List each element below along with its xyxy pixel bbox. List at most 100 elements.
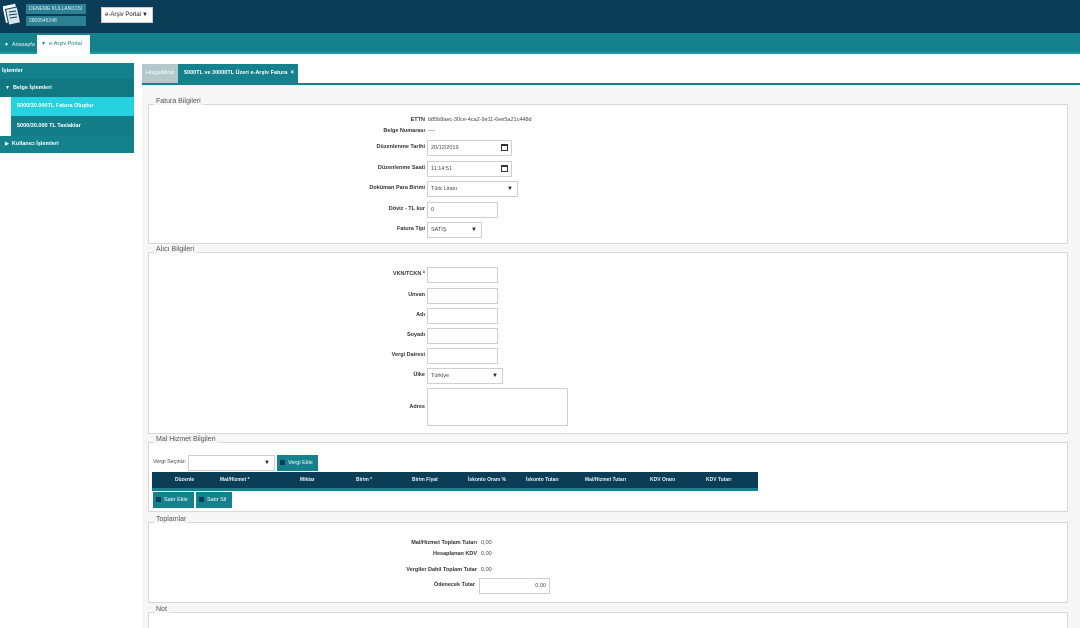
mal-toplam-value: 0,00	[481, 540, 492, 546]
top-header: DENEME KULLANICISI 2800546248 e-Arşiv Po…	[0, 0, 1080, 33]
para-select[interactable]: Türk Lirası ▼	[427, 181, 518, 197]
caret-right-icon: ▶	[5, 141, 9, 147]
saat-label: Düzenlenme Saati	[377, 165, 425, 171]
clock-icon[interactable]	[501, 165, 508, 172]
not-panel: Not	[148, 606, 1068, 628]
fatura-legend: Fatura Bilgileri	[154, 98, 203, 105]
unvan-label: Unvan	[408, 292, 425, 298]
sidebar-item-fatura-olustur[interactable]: 5000/30.000TL Fatura Oluştur	[11, 97, 134, 116]
tip-value: SATIŞ	[431, 227, 447, 233]
vergi-select[interactable]: ▼	[188, 455, 275, 471]
caret-icon: ▼	[41, 41, 46, 47]
col-header: İskonto Tutarı	[526, 477, 559, 483]
nav-portal[interactable]: ▼ e-Arşiv Portal	[37, 35, 90, 54]
col-header: İskonto Oranı %	[468, 477, 507, 483]
vergi-ekle-label: Vergi Ekle	[288, 460, 313, 466]
adi-input[interactable]	[427, 308, 498, 324]
satir-sil-label: Satır Sil	[207, 497, 227, 503]
tip-label: Fatura Tipi	[396, 226, 425, 232]
tarih-value: 20/12/2019	[431, 145, 459, 151]
col-header: Miktar	[300, 477, 315, 483]
caret-down-icon: ▼	[5, 85, 10, 91]
adi-label: Adı	[416, 312, 425, 318]
belge-no-label: Belge Numarası	[383, 128, 425, 134]
sidebar-item-label: Belge İşlemleri	[12, 85, 52, 91]
alici-legend: Alıcı Bilgileri	[154, 246, 197, 253]
tip-select[interactable]: SATIŞ ▼	[427, 222, 482, 238]
plus-icon	[156, 497, 161, 503]
col-header: KDV Tutarı	[706, 477, 732, 483]
ulke-label: Ülke	[413, 372, 425, 378]
vergi-ekle-button[interactable]: Vergi Ekle	[277, 455, 318, 471]
nav-home[interactable]: ▼ Anasayfa	[0, 38, 36, 52]
adres-label: Adres	[409, 404, 425, 410]
sidebar: İşlemler ▼ Belge İşlemleri 5000/30.000TL …	[0, 63, 134, 153]
close-icon[interactable]: ×	[290, 64, 294, 83]
col-header: Birim *	[356, 477, 373, 483]
sidebar-title: İşlemler	[0, 63, 134, 79]
chevron-down-icon: ▼	[492, 373, 498, 379]
fatura-panel: Fatura Bilgileri	[148, 98, 1068, 244]
chevron-down-icon: ▼	[507, 186, 513, 192]
vergiler-value: 0,00	[481, 567, 492, 573]
portal-select[interactable]: e-Arşiv Portal ▼	[101, 7, 153, 23]
satir-ekle-label: Satır Ekle	[164, 497, 188, 503]
plus-icon	[280, 460, 285, 466]
soyadi-label: Soyadı	[406, 332, 425, 338]
vkn-input[interactable]	[427, 267, 498, 283]
satir-ekle-button[interactable]: Satır Ekle	[153, 492, 194, 508]
vkn-label: VKN/TCKN *	[392, 271, 425, 277]
top-nav: ▼ Anasayfa ▼ e-Arşiv Portal	[0, 33, 1080, 54]
minus-icon	[199, 497, 204, 503]
kdv-value: 0,00	[481, 551, 492, 557]
doviz-input[interactable]: 0	[427, 202, 498, 218]
not-legend: Not	[154, 606, 169, 613]
nav-home-label: Anasayfa	[11, 42, 35, 48]
toplamlar-panel: Toplamlar	[148, 516, 1068, 603]
portal-select-value: e-Arşiv Portal	[105, 12, 142, 18]
ulke-value: Türkiye	[431, 373, 450, 379]
saat-value: 11:14:51	[431, 166, 453, 172]
satir-sil-button[interactable]: Satır Sil	[196, 492, 232, 508]
user-name: DENEME KULLANICISI	[26, 4, 86, 14]
chevron-down-icon: ▼	[142, 12, 148, 18]
tarih-input[interactable]: 20/12/2019	[427, 140, 512, 156]
col-header: KDV Oranı	[650, 477, 676, 483]
alici-panel: Alıcı Bilgileri	[148, 246, 1068, 434]
user-id: 2800546248	[26, 16, 86, 26]
logo-icon	[3, 3, 21, 26]
odenecek-input[interactable]: 0,00	[479, 578, 550, 594]
sidebar-item-taslaklar[interactable]: 5000/30.000 TL Taslaklar	[11, 116, 134, 136]
nav-portal-label: e-Arşiv Portal	[48, 41, 82, 47]
vergi-dairesi-input[interactable]	[427, 348, 498, 364]
ettn-value: b85b8aec-30ce-4ca2-9e11-6ee5a21c448d	[428, 117, 532, 123]
tab-fatura[interactable]: 5000TL ve 30000TL Üzeri e-Arşiv Fatura ×	[178, 64, 298, 83]
col-header: Mal/Hizmet *	[220, 477, 250, 483]
calendar-icon[interactable]	[501, 144, 508, 151]
vergiler-label: Vergiler Dahil Toplam Tutar	[406, 567, 477, 573]
ulke-select[interactable]: Türkiye ▼	[427, 368, 503, 384]
sidebar-item-label: Kullanıcı İşlemleri	[11, 141, 59, 147]
col-header: Mal/Hizmet Tutarı	[585, 477, 627, 483]
kdv-label: Hesaplanan KDV	[432, 551, 477, 557]
tab-welcome[interactable]: Hoşgeldiniz	[142, 64, 178, 83]
vergi-label: Vergi Seçiniz:	[153, 459, 187, 465]
adres-textarea[interactable]	[427, 388, 568, 426]
vd-label: Vergi Dairesi	[391, 352, 425, 358]
para-value: Türk Lirası	[431, 186, 457, 192]
saat-input[interactable]: 11:14:51	[427, 161, 512, 177]
para-label: Doküman Para Birimi	[369, 185, 425, 191]
col-header: Birim Fiyat	[412, 477, 438, 483]
chevron-down-icon: ▼	[471, 227, 477, 233]
soyadi-input[interactable]	[427, 328, 498, 344]
tarih-label: Düzenlenme Tarihi	[376, 144, 426, 150]
tab-fatura-label: 5000TL ve 30000TL Üzeri e-Arşiv Fatura	[184, 70, 288, 76]
ettn-label: ETTN	[410, 117, 425, 123]
sidebar-item-kullanici[interactable]: ▶ Kullanıcı İşlemleri	[0, 136, 134, 153]
doviz-label: Döviz - TL kur	[388, 206, 425, 212]
belge-no-value: ----	[428, 128, 436, 134]
sidebar-item-belge[interactable]: ▼ Belge İşlemleri	[0, 79, 134, 97]
unvan-input[interactable]	[427, 288, 498, 304]
mal-legend: Mal Hizmet Bilgileri	[154, 436, 218, 443]
mal-toplam-label: Mal/Hizmet Toplam Tutarı	[411, 540, 477, 546]
